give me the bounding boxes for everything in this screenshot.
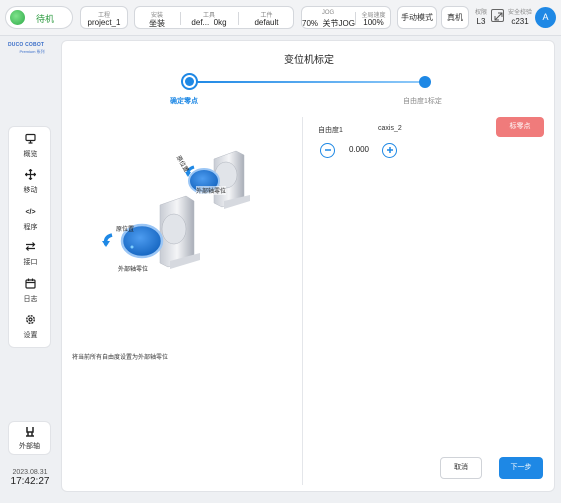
project-value: project_1	[87, 18, 121, 27]
axis-header-name: caxis_2	[378, 125, 402, 132]
axis-value: 0.000	[348, 145, 370, 154]
real-robot-button[interactable]: 真机	[441, 6, 469, 29]
monitor-icon	[9, 133, 52, 147]
project-selector[interactable]: 工程 project_1	[80, 6, 128, 29]
top-bar: 待机 工程 project_1 安装 坐装 工具 def... 0kg 工件 d…	[0, 0, 561, 36]
positioner-illustration: 原位置 外部轴零位 原位置 外部轴零位	[74, 141, 284, 291]
illus-home-label: 原位置	[116, 227, 135, 233]
jog-percent: 70%	[302, 19, 319, 28]
level-label: 权限	[474, 10, 487, 16]
safety-label: 安全校验	[507, 10, 532, 16]
nav-label: 设置	[23, 332, 38, 339]
calibration-panel: 变位机标定 确定零点 自由度1标定 原位置 外部轴零位 原位置 外部轴零位 将当…	[61, 40, 555, 492]
external-axis-button[interactable]: 外部轴	[8, 421, 51, 455]
increment-button[interactable]	[382, 143, 397, 158]
set-zero-button[interactable]: 标零点	[496, 117, 544, 137]
fullscreen-icon[interactable]	[491, 9, 504, 22]
logo-subtitle: Premium 系列	[19, 49, 45, 54]
gear-icon	[9, 314, 52, 328]
tool-name: def...	[191, 18, 210, 27]
swap-icon	[9, 241, 52, 255]
nav-label: 程序	[23, 224, 38, 231]
workpiece-selector[interactable]: 工件 default	[239, 7, 294, 30]
jog-selector[interactable]: JOG 70% 关节JOG	[302, 7, 355, 30]
nav-label: 日志	[23, 296, 38, 303]
user-avatar[interactable]: A	[535, 7, 556, 28]
expand-arrows-icon	[494, 12, 503, 21]
move-icon	[9, 168, 52, 183]
jog-value: 70% 关节JOG	[302, 18, 355, 29]
nav-item-log[interactable]: 日志	[9, 278, 52, 308]
install-selector[interactable]: 安装 坐装	[135, 7, 179, 30]
illus-zero-label: 外部轴零位	[196, 186, 227, 195]
nav-item-settings[interactable]: 设置	[9, 314, 52, 344]
next-step-button[interactable]: 下一步	[499, 457, 543, 479]
step-2-marker	[419, 76, 431, 88]
nav-label: 概览	[23, 151, 38, 158]
jog-speed-group[interactable]: JOG 70% 关节JOG 全局速度 100%	[301, 6, 391, 29]
nav-item-move[interactable]: 移动	[9, 168, 52, 199]
page-title: 变位机标定	[284, 55, 334, 66]
install-value: 坐装	[149, 19, 165, 28]
axis-header-dof: 自由度1	[318, 127, 343, 134]
tool-value: def... 0kg	[181, 18, 237, 27]
level-value: L3	[476, 17, 486, 26]
tool-selector[interactable]: 工具 def... 0kg	[181, 7, 237, 30]
safety-checksum[interactable]: 安全校验 c231	[506, 7, 534, 26]
cancel-button[interactable]: 取消	[440, 457, 482, 479]
jog-label: JOG	[321, 10, 335, 16]
minus-icon	[324, 149, 331, 151]
nav-item-program[interactable]: </> 程序	[9, 206, 52, 236]
speed-value: 100%	[363, 18, 384, 27]
nav-item-interface[interactable]: 接口	[9, 241, 52, 271]
robot-status-indicator[interactable]: 待机	[5, 6, 73, 29]
status-dot-icon	[10, 10, 25, 25]
step-1-marker	[181, 73, 198, 90]
safety-value: c231	[511, 17, 529, 26]
nav-item-overview[interactable]: 概览	[9, 133, 52, 163]
calendar-icon	[9, 278, 52, 292]
manual-mode-button[interactable]: 手动模式	[397, 6, 437, 29]
nav-label: 移动	[23, 187, 38, 194]
tool-config-group[interactable]: 安装 坐装 工具 def... 0kg 工件 default	[134, 6, 294, 29]
global-speed-selector[interactable]: 全局速度 100%	[356, 7, 391, 30]
step-description: 将当前所有自由度设置为外部轴零位	[72, 355, 169, 361]
jog-mode: 关节JOG	[322, 19, 355, 28]
panel-divider	[302, 117, 303, 485]
status-label: 待机	[36, 14, 55, 24]
side-navigation: 概览 移动 </> 程序 接口 日志 设置	[8, 126, 51, 348]
tool-weight: 0kg	[213, 18, 227, 27]
decrement-button[interactable]	[320, 143, 335, 158]
logo-title: DUCO COBOT	[8, 42, 45, 48]
step-1-label: 确定零点	[170, 98, 198, 105]
date-text: 2023.08.31	[12, 469, 48, 476]
brand-logo: DUCO COBOT Premium 系列	[8, 42, 56, 55]
plus-icon	[386, 147, 393, 153]
code-icon: </>	[25, 209, 36, 216]
workpiece-value: default	[254, 18, 279, 27]
illus-zero-label: 外部轴零位	[118, 264, 149, 273]
time-text: 17:42:27	[10, 476, 50, 487]
external-axis-label: 外部轴	[19, 443, 40, 450]
clock: 2023.08.31 17:42:27	[4, 469, 56, 487]
step-progress-line	[190, 81, 426, 83]
step-2-label: 自由度1标定	[403, 98, 442, 105]
nav-label: 接口	[23, 259, 38, 266]
external-axis-icon	[9, 426, 50, 440]
permission-level[interactable]: 权限 L3	[474, 7, 488, 26]
